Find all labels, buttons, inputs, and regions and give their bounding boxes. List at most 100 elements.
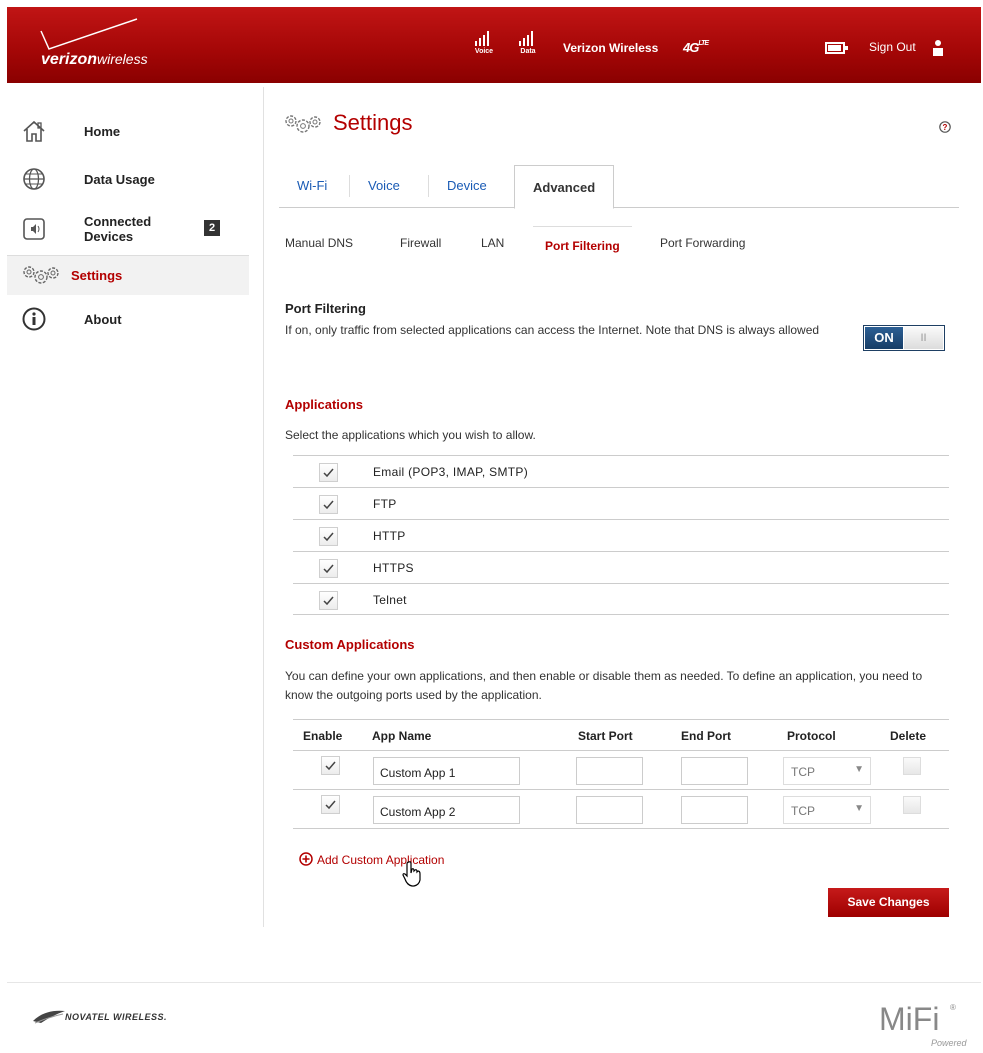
list-item: Email (POP3, IMAP, SMTP) — [293, 455, 949, 487]
sidebar-item-settings[interactable]: Settings — [7, 255, 249, 295]
tab-wifi[interactable]: Wi-Fi — [297, 178, 327, 193]
network-type-suffix: LTE — [698, 40, 709, 47]
applications-heading: Applications — [285, 397, 364, 412]
connected-devices-icon — [23, 218, 45, 240]
sidebar-divider — [263, 87, 264, 927]
enable-checkbox[interactable] — [321, 795, 340, 814]
app-checkbox[interactable] — [319, 559, 338, 578]
voice-signal-bars-icon — [475, 31, 489, 46]
sidebar-nav: Home Data Usage Connected Devices 2 Sett… — [7, 107, 249, 343]
globe-icon — [23, 168, 45, 190]
data-label: Data — [520, 48, 536, 55]
start-port-input[interactable] — [576, 796, 643, 824]
tab-separator — [428, 175, 429, 197]
page-title: Settings — [333, 110, 413, 135]
subtab-lan[interactable]: LAN — [481, 236, 504, 250]
hand-pointer-cursor-icon — [402, 861, 421, 887]
subtab-manual-dns[interactable]: Manual DNS — [285, 236, 353, 250]
protocol-value: TCP — [791, 765, 815, 779]
tab-voice[interactable]: Voice — [368, 178, 400, 193]
verizon-logo[interactable]: verizonwireless — [39, 17, 199, 69]
app-checkbox[interactable] — [319, 527, 338, 546]
toggle-on-label: ON — [865, 327, 903, 349]
sidebar-item-label: Connected Devices — [84, 214, 152, 244]
settings-tabs: Wi-Fi Voice Device Advanced — [279, 165, 959, 209]
list-item: HTTP — [293, 519, 949, 551]
voice-label: Voice — [474, 48, 494, 55]
custom-applications-heading: Custom Applications — [285, 637, 415, 652]
logo-text: verizonwireless — [41, 51, 148, 69]
column-header-app-name: App Name — [372, 729, 432, 743]
tab-advanced[interactable]: Advanced — [514, 165, 615, 209]
info-icon — [22, 307, 46, 331]
data-signal: Data — [513, 29, 543, 55]
enable-checkbox[interactable] — [321, 756, 340, 775]
data-signal-bars-icon — [519, 31, 533, 46]
help-icon[interactable]: ? — [939, 121, 951, 133]
table-row: Custom App 1 TCP ▼ — [293, 751, 949, 790]
app-name: Telnet — [373, 593, 407, 607]
delete-checkbox[interactable] — [903, 796, 921, 814]
column-header-start-port: Start Port — [578, 729, 633, 743]
table-header: Enable App Name Start Port End Port Prot… — [293, 719, 949, 751]
protocol-select[interactable]: TCP ▼ — [783, 757, 871, 785]
footer: NOVATEL WIRELESS. MiFi ® Powered — [7, 982, 981, 1052]
app-checkbox[interactable] — [319, 463, 338, 482]
voice-signal: Voice — [469, 29, 499, 55]
battery-level-fill — [828, 45, 841, 51]
column-header-end-port: End Port — [681, 729, 731, 743]
app-name: HTTPS — [373, 561, 414, 575]
end-port-input[interactable] — [681, 796, 748, 824]
subtab-firewall[interactable]: Firewall — [400, 236, 441, 250]
delete-checkbox[interactable] — [903, 757, 921, 775]
toggle-knob-grip-icon: II — [904, 327, 943, 349]
end-port-input[interactable] — [681, 757, 748, 785]
logo-suffix: wireless — [97, 51, 148, 67]
advanced-subtabs: Manual DNS Firewall LAN Port Filtering P… — [279, 223, 959, 263]
mifi-powered-text: Powered — [931, 1038, 967, 1048]
list-item: HTTPS — [293, 551, 949, 583]
save-changes-button[interactable]: Save Changes — [828, 888, 949, 917]
sidebar-item-connected-devices[interactable]: Connected Devices 2 — [7, 203, 249, 255]
checkmark-icon — [325, 800, 336, 810]
app-checkbox[interactable] — [319, 495, 338, 514]
sign-out-link[interactable]: Sign Out — [869, 40, 916, 54]
tab-separator — [349, 175, 350, 197]
protocol-select[interactable]: TCP ▼ — [783, 796, 871, 824]
checkmark-icon — [323, 532, 334, 542]
add-custom-application-link[interactable]: Add Custom Application — [317, 853, 444, 867]
battery-icon — [825, 42, 848, 54]
list-item: Telnet — [293, 583, 949, 615]
connected-devices-count-badge: 2 — [204, 220, 220, 236]
app-name-input[interactable]: Custom App 2 — [373, 796, 520, 824]
top-header: verizonwireless Voice Data Verizon Wirel… — [7, 7, 981, 83]
add-circle-icon[interactable] — [299, 852, 313, 866]
user-sign-out-icon[interactable] — [931, 39, 945, 57]
app-name-input[interactable]: Custom App 1 — [373, 757, 520, 785]
logo-check-swoosh-icon — [40, 18, 138, 50]
settings-gears-icon — [285, 115, 321, 133]
chevron-down-icon: ▼ — [854, 764, 864, 775]
sidebar-item-data-usage[interactable]: Data Usage — [7, 155, 249, 203]
carrier-name: Verizon Wireless — [563, 41, 659, 55]
tab-device[interactable]: Device — [447, 178, 487, 193]
sidebar-item-about[interactable]: About — [7, 295, 249, 343]
novatel-wireless-logo-icon — [33, 1010, 65, 1024]
checkmark-icon — [323, 500, 334, 510]
column-header-protocol: Protocol — [787, 729, 836, 743]
network-type-4g: 4GLTE — [683, 40, 709, 55]
subtab-port-filtering[interactable]: Port Filtering — [533, 226, 632, 263]
sidebar-item-label: Home — [84, 123, 121, 139]
applications-list: Email (POP3, IMAP, SMTP) FTP HTTP HTTPS — [293, 455, 949, 615]
sidebar-item-home[interactable]: Home — [7, 107, 249, 155]
mifi-registered-mark: ® — [950, 1003, 956, 1012]
app-checkbox[interactable] — [319, 591, 338, 610]
start-port-input[interactable] — [576, 757, 643, 785]
port-filtering-toggle[interactable]: ON II — [863, 325, 945, 351]
network-type-label: 4G — [683, 40, 699, 55]
protocol-value: TCP — [791, 804, 815, 818]
checkmark-icon — [323, 468, 334, 478]
checkmark-icon — [323, 564, 334, 574]
list-item: FTP — [293, 487, 949, 519]
subtab-port-forwarding[interactable]: Port Forwarding — [660, 236, 745, 250]
